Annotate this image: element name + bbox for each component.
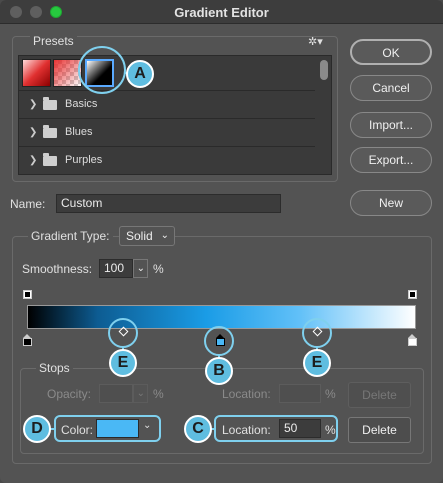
name-label: Name: <box>10 197 46 211</box>
chevron-down-icon: ⌄ <box>136 388 145 399</box>
smoothness-label: Smoothness: <box>22 262 93 276</box>
folder-label: Purples <box>65 154 103 166</box>
callout-e-left: E <box>109 349 137 377</box>
delete-color-stop-button[interactable]: Delete <box>348 417 411 443</box>
opacity-field[interactable] <box>99 384 133 403</box>
opacity-unit: % <box>153 387 164 401</box>
preset-swatch-red[interactable] <box>22 59 51 87</box>
preset-folder-blues[interactable]: ❯ Blues <box>19 118 315 146</box>
preset-folder-purples[interactable]: ❯ Purples <box>19 146 315 174</box>
new-button[interactable]: New <box>350 190 432 216</box>
folder-icon <box>43 125 57 138</box>
highlight-location-control <box>214 415 338 442</box>
opacity-location-label: Location: <box>222 387 271 401</box>
gradient-type-label: Gradient Type: <box>28 229 113 243</box>
ok-button[interactable]: OK <box>350 39 432 65</box>
presets-gear-icon[interactable]: ✲▾ <box>308 35 323 48</box>
scrollbar-thumb[interactable] <box>320 60 328 80</box>
callout-c: C <box>184 415 212 443</box>
stops-label: Stops <box>36 361 73 375</box>
gradient-type-dropdown[interactable]: Solid ⌄ <box>119 226 175 246</box>
opacity-label: Opacity: <box>47 387 92 401</box>
title-bar: Gradient Editor <box>0 0 443 24</box>
folder-label: Basics <box>65 98 98 110</box>
opacity-stop-right[interactable] <box>408 290 417 299</box>
presets-scrollbar[interactable] <box>319 58 329 172</box>
window-title: Gradient Editor <box>174 5 269 20</box>
smoothness-stepper[interactable]: ⌄ <box>133 259 148 278</box>
opacity-stop-left[interactable] <box>23 290 32 299</box>
color-stop-black[interactable] <box>23 334 32 346</box>
callout-ring-e-right <box>302 318 332 348</box>
callout-b: B <box>205 357 233 385</box>
opacity-location-unit: % <box>325 387 336 401</box>
callout-ring-e-left <box>108 318 138 348</box>
presets-label: Presets <box>30 34 77 48</box>
chevron-down-icon: ⌄ <box>136 263 145 274</box>
callout-d: D <box>23 415 51 443</box>
folder-label: Blues <box>65 126 93 138</box>
chevron-right-icon[interactable]: ❯ <box>29 99 37 110</box>
chevron-down-icon: ⌄ <box>160 230 169 241</box>
callout-ring-b <box>204 326 234 356</box>
presets-list: ❯ Basics ❯ Blues ❯ Purples <box>18 55 332 175</box>
smoothness-unit: % <box>153 262 164 276</box>
export-button[interactable]: Export... <box>350 147 432 173</box>
chevron-right-icon[interactable]: ❯ <box>29 155 37 166</box>
gradient-type-value: Solid <box>126 229 153 243</box>
name-field[interactable]: Custom <box>56 194 281 213</box>
callout-e-right: E <box>303 349 331 377</box>
cancel-button[interactable]: Cancel <box>350 75 432 101</box>
callout-ring-a <box>78 46 126 94</box>
opacity-stepper[interactable]: ⌄ <box>133 384 148 403</box>
color-stop-white[interactable] <box>408 334 417 346</box>
highlight-color-control <box>54 415 161 442</box>
folder-icon <box>43 153 57 166</box>
preset-folder-basics[interactable]: ❯ Basics <box>19 90 315 118</box>
smoothness-field[interactable]: 100 <box>99 259 133 278</box>
chevron-right-icon[interactable]: ❯ <box>29 127 37 138</box>
import-button[interactable]: Import... <box>350 112 432 138</box>
delete-opacity-stop-button[interactable]: Delete <box>348 382 411 408</box>
opacity-location-field[interactable] <box>279 384 321 403</box>
gradient-editor-window: Gradient Editor Presets ✲▾ ❯ Basics ❯ Bl… <box>0 0 443 483</box>
folder-icon <box>43 97 57 110</box>
callout-a: A <box>126 60 154 88</box>
